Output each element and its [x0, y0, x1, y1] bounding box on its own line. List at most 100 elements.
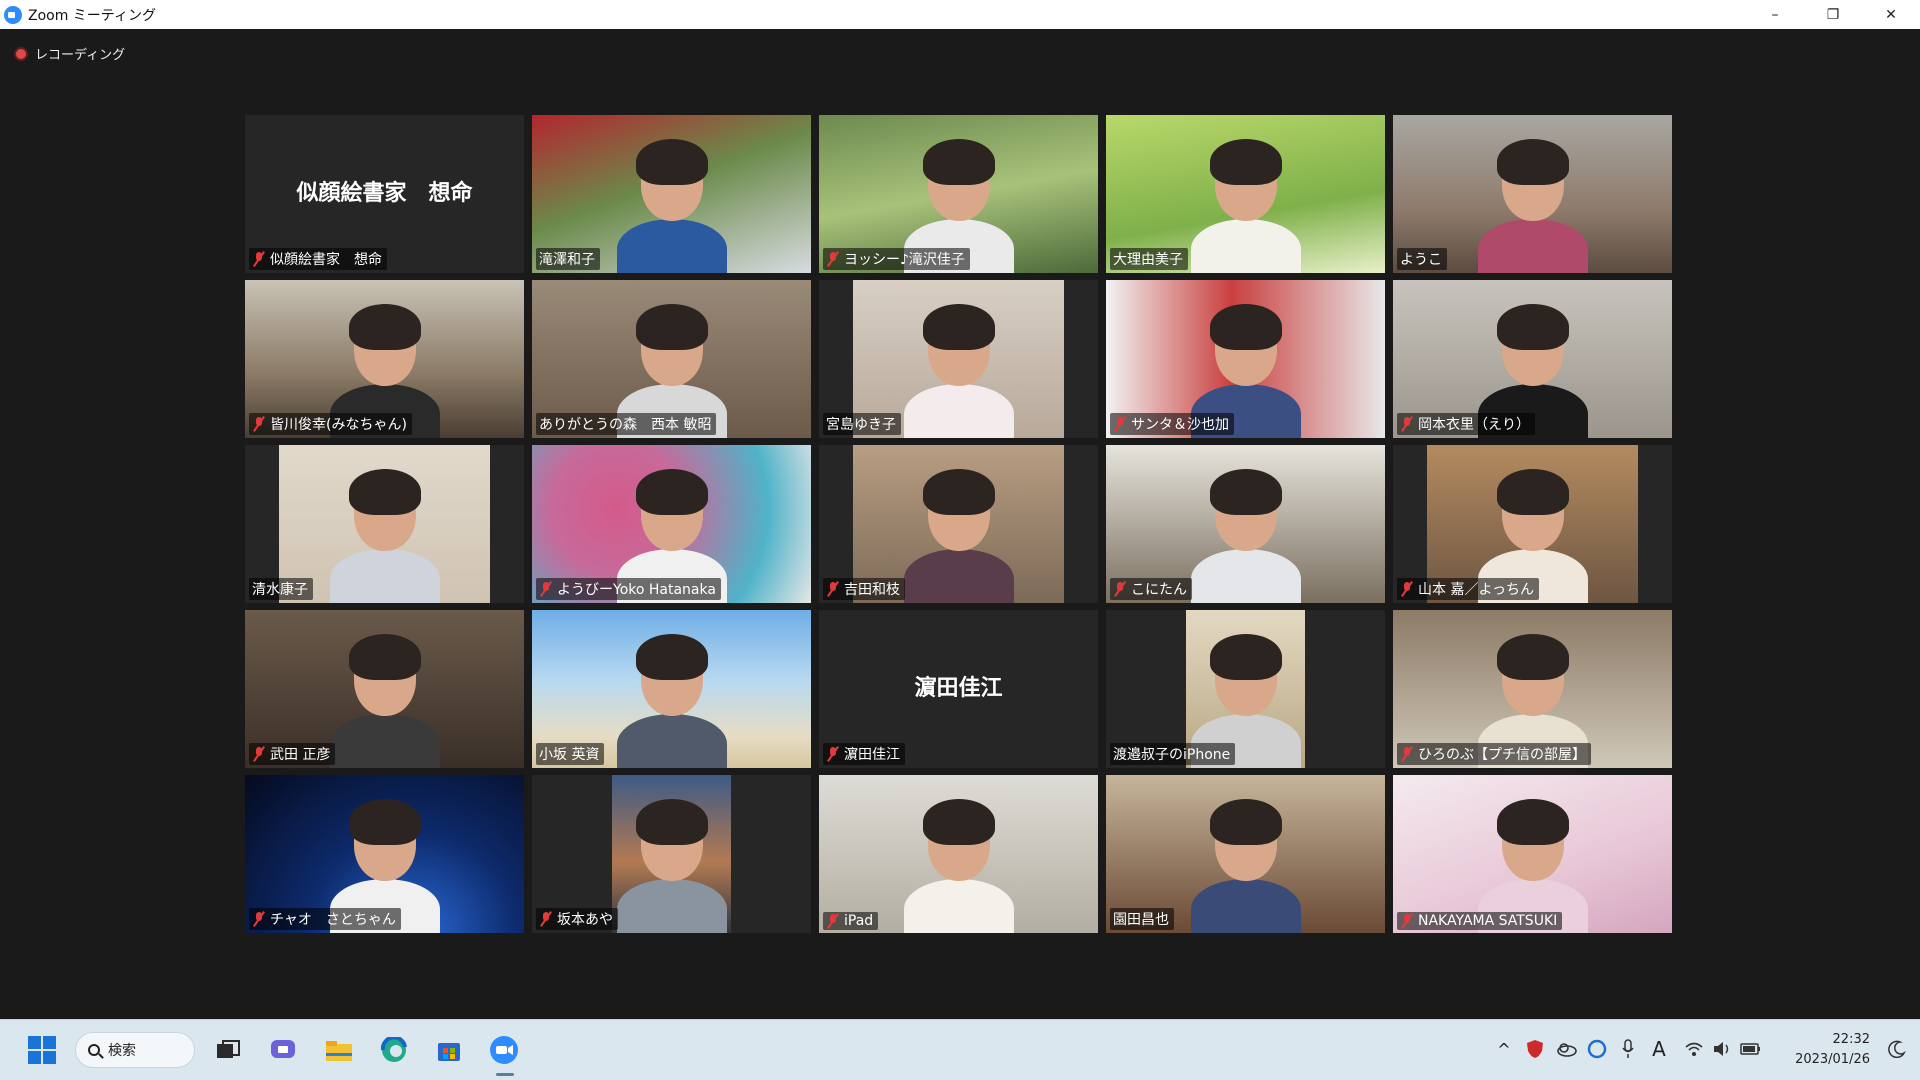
participant-tile[interactable]: サンタ＆沙也加: [1106, 280, 1385, 438]
participant-nameplate: ヨッシー♪滝沢佳子: [823, 248, 970, 270]
participant-name: こにたん: [1131, 582, 1187, 598]
participant-figure: [1477, 129, 1588, 273]
participant-name: 山本 嘉／よっちん: [1418, 582, 1535, 598]
taskbar-search[interactable]: 検索: [75, 1032, 195, 1068]
participant-tile[interactable]: ヨッシー♪滝沢佳子: [819, 115, 1098, 273]
search-icon: [88, 1044, 100, 1056]
participant-tile[interactable]: 坂本あや: [532, 775, 811, 933]
participant-tile[interactable]: 渡邉叔子のiPhone: [1106, 610, 1385, 768]
participant-tile[interactable]: 皆川俊幸(みなちゃん): [245, 280, 524, 438]
participant-nameplate: 清水康子: [249, 578, 313, 600]
participant-tile[interactable]: NAKAYAMA SATSUKI: [1393, 775, 1672, 933]
mic-muted-icon: [826, 251, 840, 267]
participant-tile[interactable]: ようこ: [1393, 115, 1672, 273]
participant-tile[interactable]: ひろのぶ【プチ信の部屋】: [1393, 610, 1672, 768]
sync-icon[interactable]: [1586, 1038, 1608, 1060]
participant-figure: [1190, 789, 1301, 933]
participant-figure: [903, 459, 1014, 603]
participant-nameplate: 宮島ゆき子: [823, 413, 901, 435]
participant-tile[interactable]: チャオ さとちゃん: [245, 775, 524, 933]
wifi-icon[interactable]: [1683, 1038, 1705, 1060]
close-button[interactable]: ✕: [1862, 0, 1920, 29]
participant-figure: [616, 789, 727, 933]
participant-name: 清水康子: [252, 582, 308, 598]
participant-nameplate: サンタ＆沙也加: [1110, 413, 1234, 435]
participant-figure: [329, 459, 440, 603]
participant-nameplate: 岡本衣里（えり）: [1397, 413, 1535, 435]
participant-tile[interactable]: ありがとうの森 西本 敏昭: [532, 280, 811, 438]
shield-icon[interactable]: [1524, 1038, 1546, 1060]
clock-time: 22:32: [1832, 1032, 1870, 1047]
participant-tile[interactable]: 似顔絵書家 想命 似顔絵書家 想命: [245, 115, 524, 273]
mic-muted-icon: [252, 416, 266, 432]
participant-figure: [1190, 129, 1301, 273]
participant-nameplate: ありがとうの森 西本 敏昭: [536, 413, 717, 435]
mic-muted-icon: [1113, 581, 1127, 597]
chat-icon[interactable]: [267, 1034, 299, 1066]
mic-muted-icon: [539, 911, 553, 927]
participant-name: iPad: [844, 913, 874, 929]
taskbar-clock[interactable]: 22:32 2023/01/26: [1795, 1030, 1870, 1070]
participant-video: [1393, 775, 1672, 933]
chevron-up-icon[interactable]: ^: [1493, 1038, 1515, 1060]
participant-nameplate: 小坂 英資: [536, 743, 605, 765]
participant-tile[interactable]: 大理由美子: [1106, 115, 1385, 273]
mic-muted-icon: [826, 746, 840, 762]
recording-indicator[interactable]: レコーディング: [14, 44, 125, 63]
participant-name: ヨッシー♪滝沢佳子: [844, 252, 965, 268]
speaker-icon[interactable]: [1711, 1038, 1733, 1060]
participant-tile[interactable]: 滝澤和子: [532, 115, 811, 273]
participant-tile[interactable]: 山本 嘉／よっちん: [1393, 445, 1672, 603]
participant-name: 濵田佳江: [844, 747, 900, 763]
participant-nameplate: NAKAYAMA SATSUKI: [1397, 912, 1563, 930]
participant-name: 小坂 英資: [539, 747, 600, 763]
participant-nameplate: 渡邉叔子のiPhone: [1110, 743, 1236, 765]
participant-nameplate: ようびーYoko Hatanaka: [536, 578, 721, 600]
participant-name: 武田 正彦: [270, 747, 331, 763]
zoom-icon[interactable]: [488, 1034, 520, 1066]
participant-nameplate: こにたん: [1110, 578, 1192, 600]
mic-muted-icon: [1400, 416, 1414, 432]
participant-tile[interactable]: 園田昌也: [1106, 775, 1385, 933]
store-icon[interactable]: [433, 1034, 465, 1066]
participant-tile[interactable]: iPad: [819, 775, 1098, 933]
zoom-logo-icon: [4, 5, 22, 24]
mic-muted-icon: [1400, 746, 1414, 762]
restore-button[interactable]: ❐: [1804, 0, 1862, 29]
participant-video: [612, 775, 731, 933]
mic-muted-icon: [826, 581, 840, 597]
participant-tile[interactable]: 武田 正彦: [245, 610, 524, 768]
participant-tile[interactable]: 小坂 英資: [532, 610, 811, 768]
participant-nameplate: 似顔絵書家 想命: [249, 248, 387, 270]
mic-muted-icon: [539, 581, 553, 597]
participant-center-name: 濵田佳江: [914, 675, 1003, 701]
edge-icon[interactable]: [378, 1034, 410, 1066]
participant-tile[interactable]: ようびーYoko Hatanaka: [532, 445, 811, 603]
participant-nameplate: ようこ: [1397, 248, 1447, 270]
participant-nameplate: 大理由美子: [1110, 248, 1188, 270]
participant-name: 吉田和枝: [844, 582, 900, 598]
participant-nameplate: 濵田佳江: [823, 743, 905, 765]
participant-tile[interactable]: 吉田和枝: [819, 445, 1098, 603]
window-controls: – ❐ ✕: [1746, 0, 1920, 29]
window-title: Zoom ミーティング: [28, 7, 156, 24]
participant-nameplate: チャオ さとちゃん: [249, 908, 401, 930]
cloud-icon[interactable]: [1555, 1038, 1577, 1060]
windows-start-icon[interactable]: [26, 1034, 58, 1066]
moon-icon[interactable]: [1886, 1038, 1908, 1060]
task-view-icon[interactable]: [212, 1034, 244, 1066]
participant-nameplate: 滝澤和子: [536, 248, 600, 270]
participant-tile[interactable]: 岡本衣里（えり）: [1393, 280, 1672, 438]
minimize-button[interactable]: –: [1746, 0, 1804, 29]
ime-icon[interactable]: A: [1648, 1037, 1670, 1061]
participant-figure: [616, 129, 727, 273]
participant-tile[interactable]: 濵田佳江 濵田佳江: [819, 610, 1098, 768]
participant-tile[interactable]: 宮島ゆき子: [819, 280, 1098, 438]
battery-icon[interactable]: [1740, 1038, 1762, 1060]
participant-tile[interactable]: こにたん: [1106, 445, 1385, 603]
microphone-icon[interactable]: [1617, 1038, 1639, 1060]
participant-tile[interactable]: 清水康子: [245, 445, 524, 603]
participant-figure: [329, 624, 440, 768]
file-explorer-icon[interactable]: [323, 1034, 355, 1066]
participant-figure: [903, 294, 1014, 438]
